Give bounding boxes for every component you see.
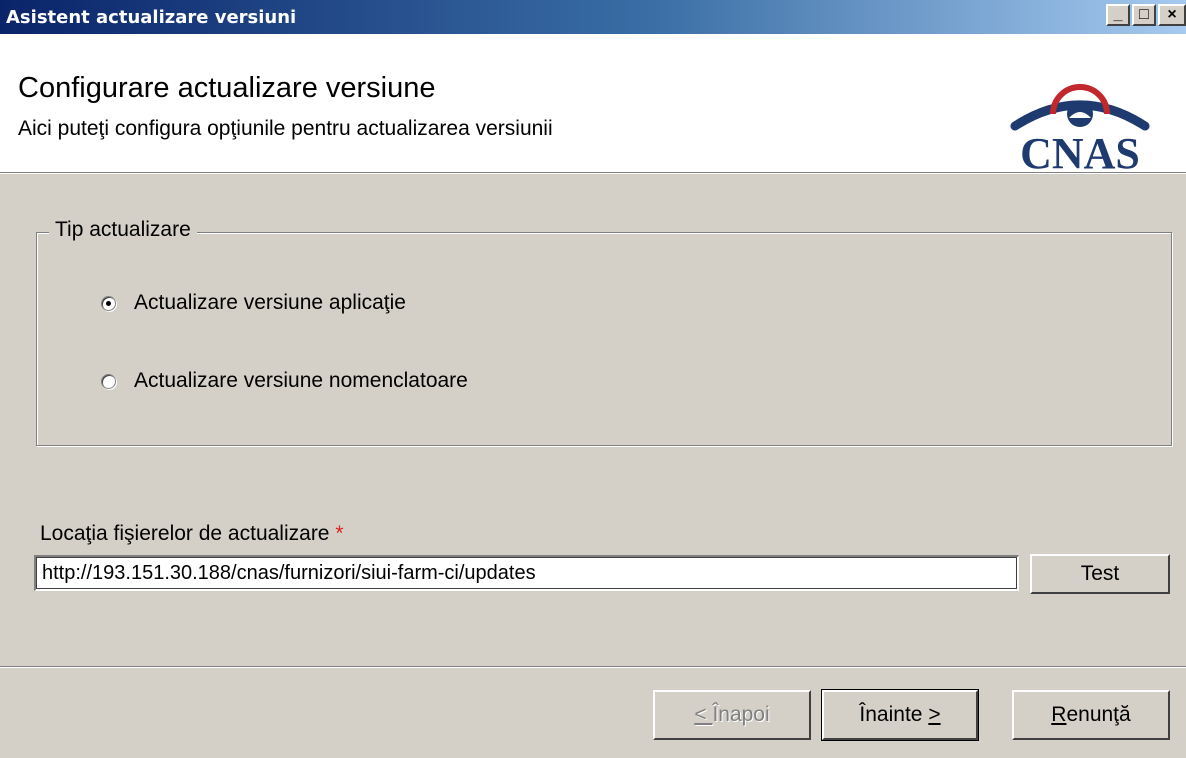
- radio-option-nomenclature[interactable]: Actualizare versiune nomenclatoare: [101, 366, 468, 396]
- radio-label-nomenclature[interactable]: Actualizare versiune nomenclatoare: [134, 369, 468, 393]
- logo-text: CNAS: [1020, 129, 1140, 176]
- back-label: Înapoi: [712, 703, 770, 726]
- cancel-label: enunţă: [1066, 703, 1131, 726]
- cancel-button[interactable]: Renunţă: [1012, 690, 1170, 740]
- back-arrow: <: [694, 703, 713, 726]
- update-type-group: Tip actualizare Actualizare versiune apl…: [36, 218, 1172, 446]
- wizard-header: Configurare actualizare versiune Aici pu…: [0, 34, 1186, 176]
- radio-option-application[interactable]: Actualizare versiune aplicaţie: [101, 288, 406, 318]
- page-title: Configurare actualizare versiune: [18, 72, 436, 104]
- footer-divider: [0, 666, 1186, 668]
- cancel-mnemonic: R: [1051, 703, 1067, 726]
- required-marker: *: [335, 522, 344, 545]
- update-type-legend: Tip actualizare: [49, 218, 197, 242]
- cnas-logo: CNAS: [1010, 84, 1150, 176]
- next-button[interactable]: Înainte >: [821, 689, 979, 741]
- minimize-button[interactable]: _: [1106, 4, 1130, 26]
- radio-button-nomenclature[interactable]: [101, 373, 116, 389]
- next-arrow: >: [928, 703, 941, 726]
- title-bar[interactable]: Asistent actualizare versiuni _ □ ×: [0, 0, 1186, 34]
- next-label: Înainte: [859, 703, 929, 726]
- location-label-text: Locaţia fişierelor de actualizare: [40, 522, 330, 545]
- radio-label-application[interactable]: Actualizare versiune aplicaţie: [134, 291, 406, 315]
- page-subtitle: Aici puteţi configura opţiunile pentru a…: [18, 117, 553, 140]
- close-button[interactable]: ×: [1158, 4, 1186, 26]
- test-button[interactable]: Test: [1030, 554, 1170, 594]
- radio-button-application[interactable]: [101, 295, 116, 311]
- maximize-button[interactable]: □: [1132, 4, 1156, 26]
- back-button[interactable]: < Înapoi: [653, 690, 811, 740]
- update-url-input[interactable]: [34, 555, 1019, 591]
- location-label: Locaţia fişierelor de actualizare *: [40, 522, 344, 546]
- window-title: Asistent actualizare versiuni: [6, 7, 297, 28]
